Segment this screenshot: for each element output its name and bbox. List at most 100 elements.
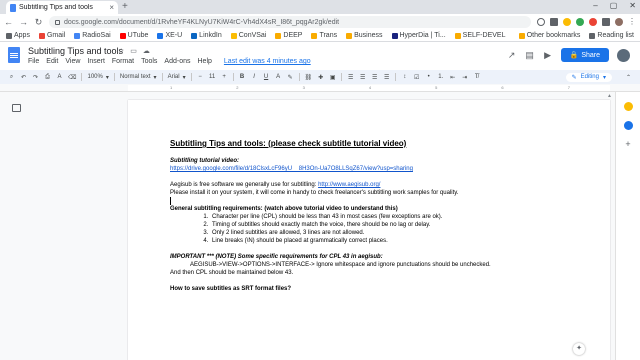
bookmark-item[interactable]: HyperDia | Ti... [391,32,446,39]
bookmark-icon [6,32,12,39]
tasks-icon[interactable] [623,121,633,130]
tutorial-link[interactable]: https://drive.google.com/file/d/18ClsxLc… [170,165,570,173]
align-center-icon[interactable]: ☰ [359,74,366,81]
keep-icon[interactable] [623,102,633,111]
italic-icon[interactable]: I [251,74,258,80]
menu-help[interactable]: Help [198,58,212,65]
paint-format-icon[interactable]: ⌫ [68,74,76,81]
checklist-icon[interactable]: ☑ [413,74,420,81]
bookmark-item[interactable]: Gmail [38,32,65,39]
decrease-font-icon[interactable]: − [197,74,204,80]
extension-icon[interactable] [563,18,571,26]
print-icon[interactable]: ⎙ [44,74,51,81]
undo-icon[interactable]: ↶ [20,74,27,81]
bookmark-item[interactable]: DEEP [275,32,302,39]
document-title[interactable]: Subtitling Tips and tools [28,46,123,56]
align-left-icon[interactable]: ☰ [347,74,354,81]
insert-comment-icon[interactable]: ✚ [317,74,324,81]
bookmark-item[interactable]: ConVSai [230,32,266,39]
menu-tools[interactable]: Tools [141,58,157,65]
avatar[interactable] [617,48,630,62]
document-body[interactable]: Subtitling Tips and tools: (please check… [170,138,570,293]
close-window-icon[interactable]: ✕ [629,1,636,10]
highlight-icon[interactable]: ✎ [287,74,294,81]
font-size-field[interactable]: 11 [209,74,216,80]
decrease-indent-icon[interactable]: ⇤ [449,74,456,81]
star-icon[interactable] [550,18,558,26]
style-select[interactable]: Normal text ▾ [120,74,157,81]
profile-avatar-icon[interactable] [615,18,623,26]
puzzle-icon[interactable] [602,18,610,26]
aegisub-link[interactable]: http://www.aegisub.org/ [318,182,380,188]
line-spacing-icon[interactable]: ↕ [401,74,408,80]
close-tab-icon[interactable]: × [109,3,114,12]
search-menus-icon[interactable]: ⌕ [8,74,15,81]
document-page[interactable]: Subtitling Tips and tools: (please check… [128,100,610,360]
docs-logo-icon[interactable] [8,47,20,63]
explore-icon[interactable]: ✦ [573,343,585,355]
font-select[interactable]: Arial ▾ [168,74,186,81]
meet-video-icon[interactable]: ▶ [543,50,553,60]
bookmark-item[interactable]: RadioSai [74,32,111,39]
increase-font-icon[interactable]: + [221,74,228,80]
menu-view[interactable]: View [65,58,80,65]
insert-link-icon[interactable]: ⛓ [305,74,313,81]
other-bookmarks[interactable]: Other bookmarks [518,32,580,39]
reading-list[interactable]: Reading list [589,32,634,39]
extension-icon[interactable] [589,18,597,26]
bookmark-item[interactable]: Apps [6,32,30,39]
editing-mode-select[interactable]: ✎ Editing ▾ [565,72,612,82]
last-edit-link[interactable]: Last edit was 4 minutes ago [224,58,311,65]
list-item: Only 2 lined subtitles are allowed, 3 li… [210,229,570,237]
menu-file[interactable]: File [28,58,39,65]
reading-list-icon [589,32,596,39]
new-tab-button[interactable]: + [122,1,128,12]
share-button[interactable]: 🔒 Share [560,48,609,62]
star-icon[interactable]: ☆ [118,47,124,55]
add-addon-icon[interactable]: + [624,140,633,149]
window-controls: – ▢ ✕ [593,1,636,10]
comment-history-icon[interactable]: ▤ [525,50,535,60]
move-folder-icon[interactable]: ▭ [130,47,137,55]
bold-icon[interactable]: B [239,74,246,80]
underline-icon[interactable]: U [263,74,270,80]
bookmark-item[interactable]: Trans [311,32,337,39]
zoom-select[interactable]: 100% ▾ [87,74,108,81]
outline-icon[interactable] [12,104,21,112]
bulleted-list-icon[interactable]: • [425,74,432,80]
redo-icon[interactable]: ↷ [32,74,39,81]
bookmark-item[interactable]: UTube [119,32,148,39]
insert-image-icon[interactable]: ▣ [329,74,336,81]
activity-trend-icon[interactable]: ↗ [507,50,517,60]
align-justify-icon[interactable]: ☰ [383,74,390,81]
address-bar[interactable]: docs.google.com/document/d/1RvheYF4KLNyU… [49,16,531,28]
clear-formatting-icon[interactable]: T̸ [473,74,480,80]
ruler: 1234567 [0,84,640,92]
numbered-list-icon[interactable]: 1. [437,74,444,80]
back-icon[interactable]: ← [4,17,13,27]
bookmark-item[interactable]: SELF-DEVEL [454,32,505,39]
browser-tab[interactable]: Subtitling Tips and tools × [6,1,118,14]
lock-icon: 🔒 [569,52,579,59]
extension-icon[interactable] [576,18,584,26]
menu-insert[interactable]: Insert [87,58,105,65]
share-page-icon[interactable] [537,18,545,26]
menu-edit[interactable]: Edit [46,58,58,65]
spellcheck-icon[interactable]: A [56,74,63,80]
kebab-menu-icon[interactable]: ⋮ [628,18,636,26]
increase-indent-icon[interactable]: ⇥ [461,74,468,81]
bookmarks-bar: Apps Gmail RadioSai UTube XE-U LinkdIn C… [0,30,640,42]
bookmark-item[interactable]: Business [346,32,383,39]
text-color-icon[interactable]: A [275,74,282,80]
reload-icon[interactable]: ↻ [34,17,43,28]
bookmark-item[interactable]: XE-U [157,32,182,39]
chevron-up-icon[interactable]: ⌃ [625,74,632,81]
maximize-icon[interactable]: ▢ [610,1,618,10]
align-right-icon[interactable]: ☰ [371,74,378,81]
scroll-up-icon[interactable]: ▲ [607,93,612,99]
forward-icon[interactable]: → [19,17,28,27]
menu-addons[interactable]: Add-ons [164,58,190,65]
bookmark-item[interactable]: LinkdIn [191,32,222,39]
menu-format[interactable]: Format [112,58,134,65]
minimize-icon[interactable]: – [593,1,597,10]
